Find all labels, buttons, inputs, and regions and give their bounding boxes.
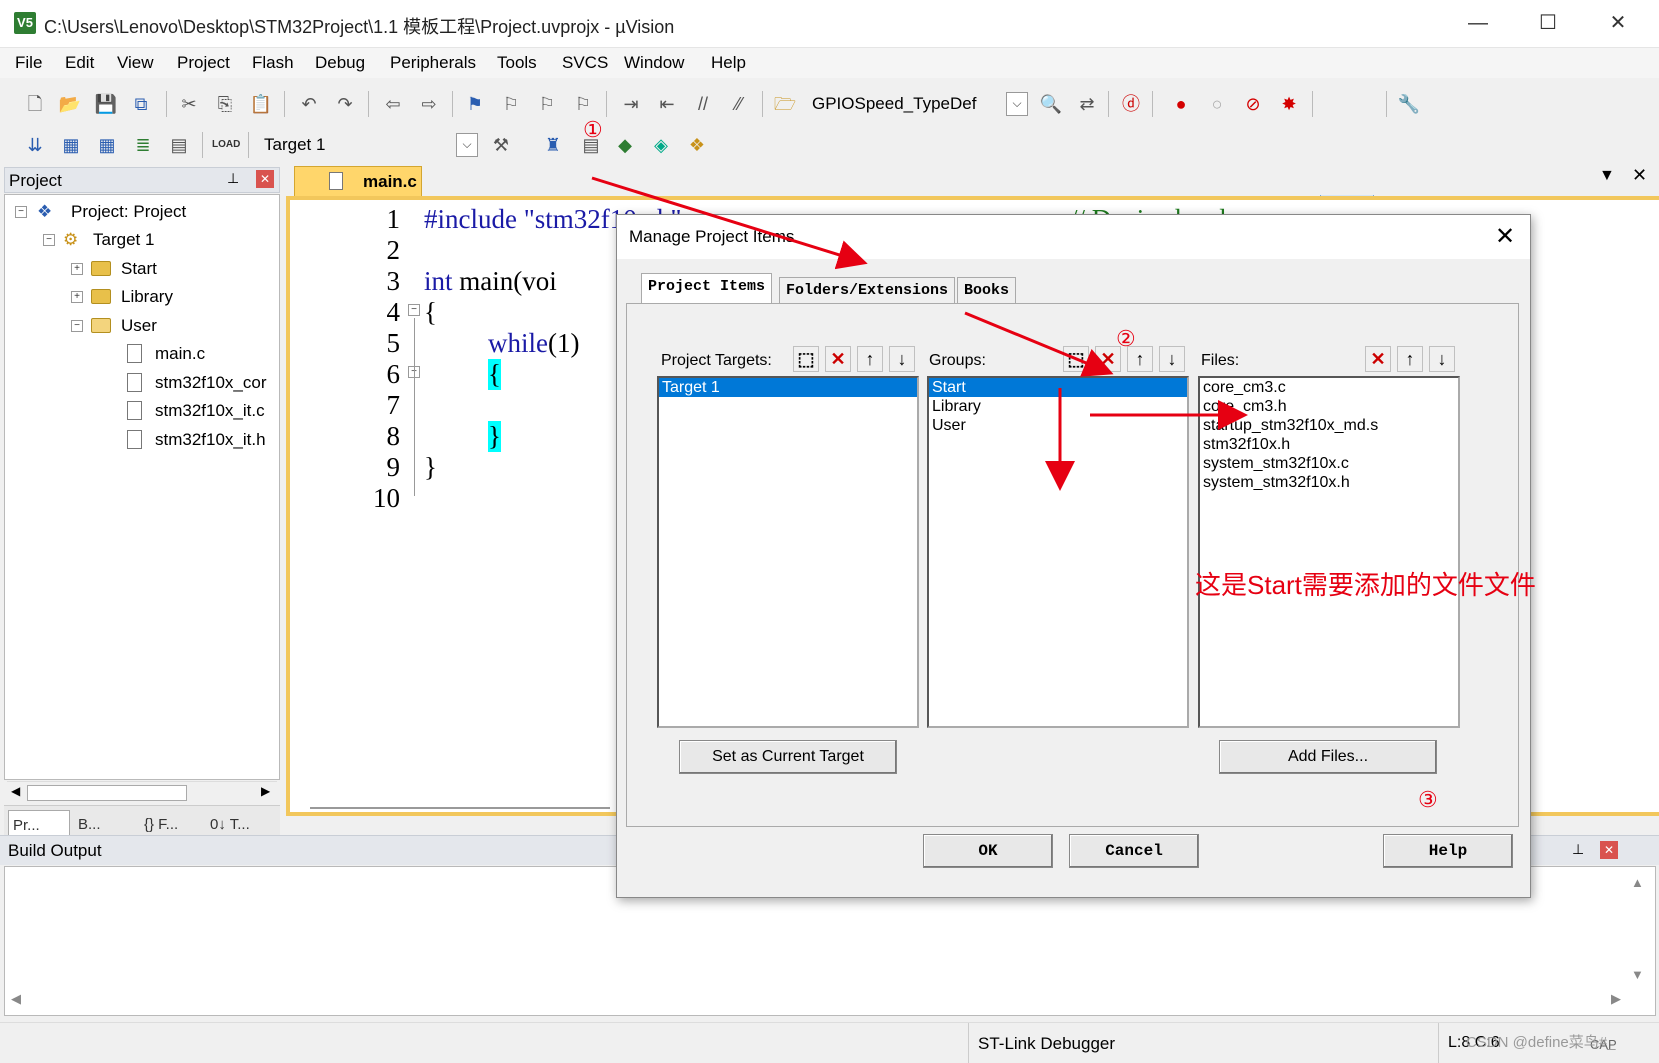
annotation-step1: ① (583, 117, 603, 142)
annotation-note: 这是Start需要添加的文件文件 (1195, 570, 1536, 600)
annotation-step2: ② (1116, 326, 1136, 351)
tab-project-items[interactable]: Project Items (641, 273, 773, 303)
annotation-arrow (964, 311, 1114, 377)
annotation-arrows (591, 176, 1248, 491)
annotation-arrow (591, 176, 868, 270)
annotation-step3: ③ (1418, 787, 1438, 812)
